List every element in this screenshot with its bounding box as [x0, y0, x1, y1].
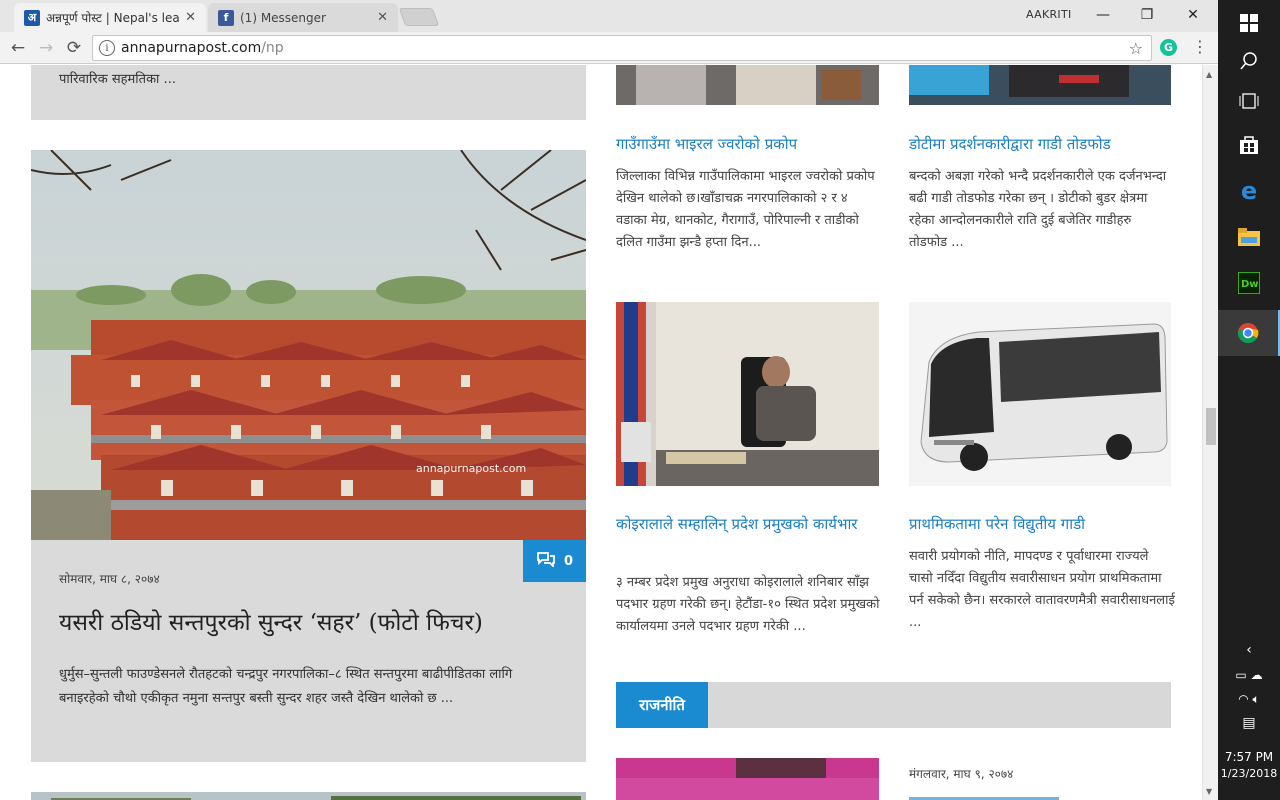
feature-photo[interactable]: annapurnapost.com [31, 150, 586, 540]
battery-icon[interactable]: ▭ ☁ [1218, 668, 1280, 682]
edge-browser-icon[interactable]: e [1218, 168, 1280, 214]
minimize-button[interactable]: — [1080, 0, 1126, 30]
news-thumb-politics[interactable] [616, 758, 879, 800]
chrome-taskbar-icon[interactable] [1218, 310, 1280, 356]
news-title-viral-fever[interactable]: गाउँगाउँमा भाइरल ज्वरोको प्रकोप [616, 131, 878, 157]
task-view-icon[interactable] [1218, 78, 1280, 124]
taskbar-clock-time[interactable]: 7:57 PM [1218, 750, 1280, 764]
reload-button[interactable]: ⟳ [62, 37, 86, 59]
bookmark-star-icon[interactable]: ☆ [1129, 39, 1143, 58]
back-button[interactable]: ← [6, 37, 30, 59]
feature-excerpt: धुर्मुस–सुन्तली फाउण्डेसनले रौतहटको चन्द… [59, 667, 513, 706]
news-thumb-electric-bus[interactable] [909, 302, 1171, 486]
politics-news-date: मंगलवार, माघ ९, २०७४ [909, 767, 1014, 781]
card-excerpt: पारिवारिक सहमतिका ... [59, 72, 176, 87]
comments-icon [536, 551, 556, 571]
feature-date: सोमवार, माघ ८, २०७४ [59, 572, 160, 586]
news-title-electric-vehicles[interactable]: प्राथमिकतामा परेन विद्युतीय गाडी [909, 511, 1171, 537]
next-news-card-photo[interactable] [31, 792, 586, 800]
forward-button[interactable]: → [34, 37, 58, 59]
taskbar-clock-date[interactable]: 1/23/2018 [1218, 767, 1280, 780]
news-title-koirala[interactable]: कोइरालाले सम्हालिन् प्रदेश प्रमुखको कार्… [616, 511, 878, 537]
page-scrollbar[interactable]: ▲ ▼ [1202, 65, 1218, 800]
news-card-previous[interactable]: पारिवारिक सहमतिका ... [31, 65, 586, 120]
scroll-down-icon[interactable]: ▼ [1206, 787, 1212, 796]
tab-strip: अ अन्नपूर्ण पोस्ट | Nepal's lea ✕ f (1) … [0, 0, 1218, 32]
news-thumb-viral-fever[interactable] [616, 65, 879, 105]
news-thumb-koirala[interactable] [616, 302, 879, 486]
store-icon[interactable] [1218, 122, 1280, 168]
chrome-menu-icon[interactable]: ⋮ [1192, 37, 1208, 56]
news-excerpt-viral-fever: जिल्लाका विभिन्न गाउँपालिकामा भाइरल ज्वर… [616, 169, 875, 250]
close-tab-icon[interactable]: ✕ [377, 10, 388, 25]
comment-count-button[interactable]: 0 [523, 540, 586, 582]
tab-messenger[interactable]: f (1) Messenger ✕ [208, 3, 398, 32]
info-icon[interactable]: i [99, 40, 115, 56]
scrollbar-thumb[interactable] [1206, 408, 1216, 445]
close-window-button[interactable]: ✕ [1170, 0, 1216, 30]
page-viewport: पारिवारिक सहमतिका ... annapurnapost.com … [0, 65, 1202, 800]
politics-section-link[interactable]: राजनीति [616, 682, 708, 728]
url-text: annapurnapost.com/np [121, 40, 284, 56]
news-excerpt-koirala: ३ नम्बर प्रदेश प्रमुख अनुराधा कोइरालाले … [616, 575, 880, 634]
browser-toolbar: ← → ⟳ i annapurnapost.com/np ☆ [0, 32, 1218, 64]
new-tab-button[interactable] [398, 8, 440, 26]
tab-annapurna[interactable]: अ अन्नपूर्ण पोस्ट | Nepal's lea ✕ [14, 3, 206, 32]
scroll-up-icon[interactable]: ▲ [1206, 70, 1212, 79]
photo-watermark: annapurnapost.com [416, 462, 526, 475]
address-bar[interactable]: i annapurnapost.com/np ☆ [92, 35, 1152, 61]
news-title-doti-vehicles[interactable]: डोटीमा प्रदर्शनकारीद्वारा गाडी तोडफोड [909, 131, 1171, 157]
tab-title: (1) Messenger [240, 10, 326, 25]
maximize-button[interactable]: ❐ [1124, 0, 1170, 30]
grammarly-extension-icon[interactable]: G [1160, 39, 1177, 56]
tab-title: अन्नपूर्ण पोस्ट | Nepal's lea [46, 11, 180, 25]
news-thumb-doti-vehicles[interactable] [909, 65, 1171, 105]
action-center-icon[interactable]: ▤ [1218, 715, 1280, 731]
politics-section-header: राजनीति [616, 682, 1171, 728]
windows-taskbar: e Dw ‹ ▭ ☁ ◠ 🔈︎ ▤ 7:57 PM 1/23/2018 [1218, 0, 1280, 800]
profile-name[interactable]: AAKRITI [1026, 8, 1072, 21]
svg-text:Dw: Dw [1241, 279, 1259, 290]
dreamweaver-icon[interactable]: Dw [1218, 260, 1280, 306]
annapurna-favicon-icon: अ [24, 9, 40, 26]
show-hidden-icons-chevron-icon[interactable]: ‹ [1218, 642, 1280, 658]
file-explorer-icon[interactable] [1218, 214, 1280, 260]
network-volume-icon[interactable]: ◠ 🔈︎ [1218, 692, 1280, 707]
facebook-favicon-icon: f [218, 9, 234, 26]
comment-count: 0 [563, 553, 574, 569]
news-excerpt-electric-vehicles: सवारी प्रयोगको नीति, मापदण्ड र पूर्वाधार… [909, 549, 1175, 630]
close-tab-icon[interactable]: ✕ [185, 10, 196, 25]
feature-headline[interactable]: यसरी ठडियो सन्तपुरको सुन्दर ‘सहर’ (फोटो … [59, 605, 483, 637]
feature-news-card[interactable]: annapurnapost.com 0 सोमवार, माघ ८, २०७४ … [31, 150, 586, 762]
news-excerpt-doti-vehicles: बन्दको अबज्ञा गरेको भन्दै प्रदर्शनकारीले… [909, 169, 1167, 250]
